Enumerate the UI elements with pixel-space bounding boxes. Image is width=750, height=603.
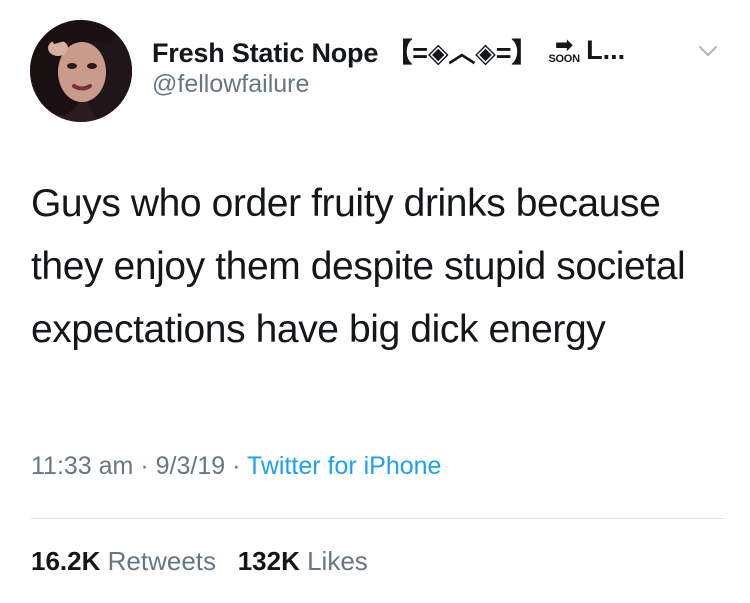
retweets-label: Retweets	[107, 546, 217, 576]
tweet-text: Guys who order fruity drinks because the…	[31, 182, 686, 351]
soon-label: SOON	[548, 52, 581, 65]
tweet-stats: 16.2K Retweets 132K Likes	[31, 546, 368, 577]
soon-arrow-icon: ➡ SOON	[544, 31, 584, 65]
tweet-source-link[interactable]: Twitter for iPhone	[247, 452, 442, 480]
meta-separator: ·	[140, 452, 149, 480]
retweets-count: 16.2K	[31, 546, 101, 576]
tweet-card: Fresh Static Nope 【=◈︿◈=】 ➡ SOON L... @f…	[0, 0, 750, 603]
display-name[interactable]: Fresh Static Nope 【=◈︿◈=】	[152, 31, 538, 70]
arrow-right-icon: ➡	[554, 31, 574, 57]
profile-photo-icon	[30, 20, 132, 122]
user-handle[interactable]: @fellowfailure	[152, 70, 712, 99]
chevron-down-icon[interactable]	[697, 40, 719, 62]
tweet-meta: 11:33 am · 9/3/19 · Twitter for iPhone	[31, 452, 441, 481]
divider	[31, 518, 725, 519]
tweet-header: Fresh Static Nope 【=◈︿◈=】 ➡ SOON L... @f…	[152, 32, 717, 99]
likes-stat[interactable]: 132K Likes	[238, 546, 368, 576]
display-name-suffix: L...	[586, 34, 626, 65]
meta-separator: ·	[232, 452, 241, 480]
avatar[interactable]	[30, 20, 132, 122]
tweet-date[interactable]: 9/3/19	[156, 452, 226, 480]
retweets-stat[interactable]: 16.2K Retweets	[31, 546, 216, 576]
name-row: Fresh Static Nope 【=◈︿◈=】 ➡ SOON L...	[152, 32, 712, 68]
likes-count: 132K	[237, 546, 300, 576]
tweet-time[interactable]: 11:33 am	[31, 452, 133, 480]
likes-label: Likes	[307, 546, 368, 576]
